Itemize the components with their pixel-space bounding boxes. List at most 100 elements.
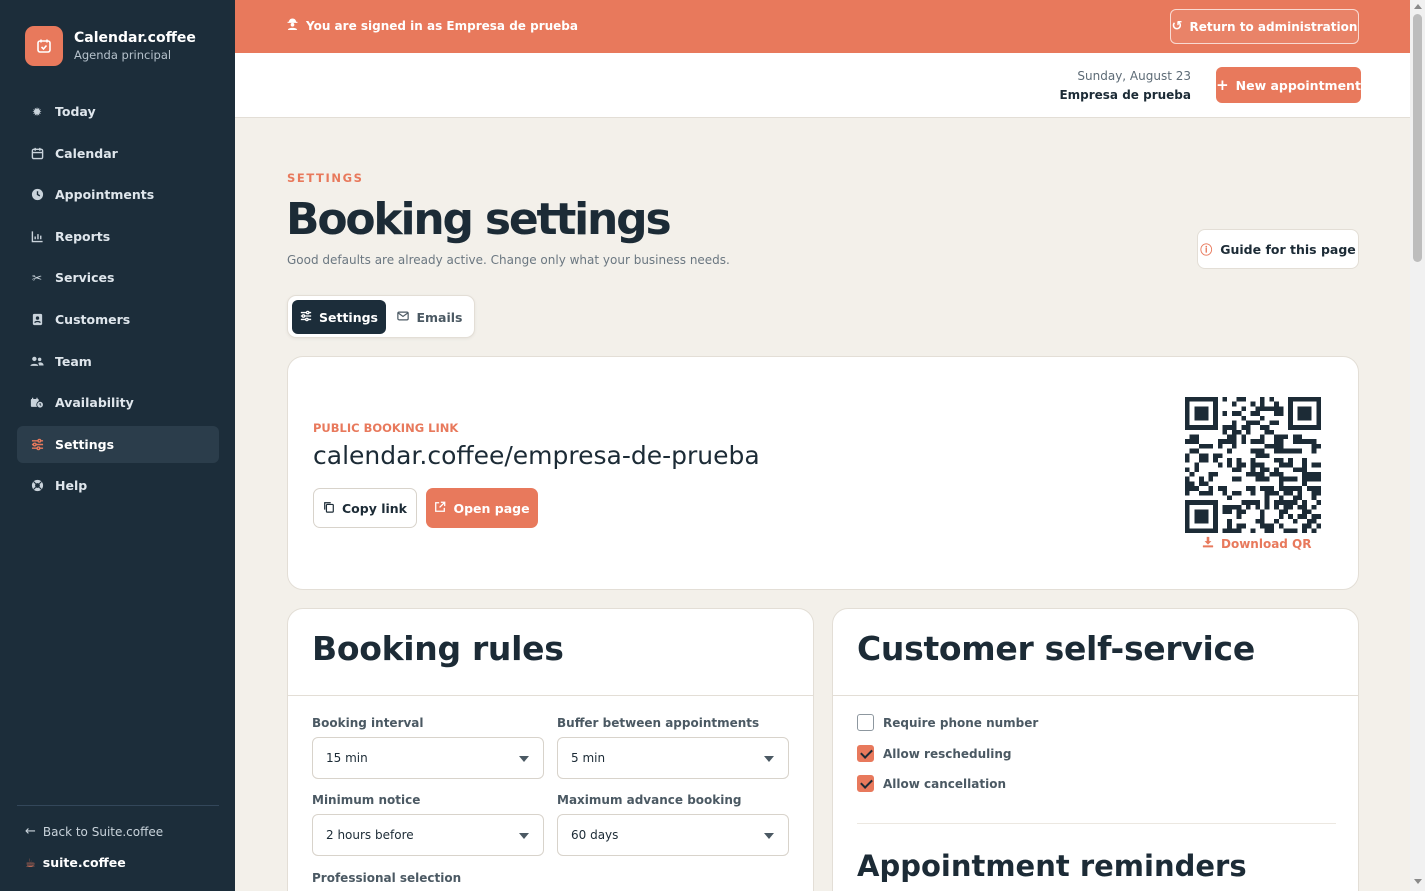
help-circle-icon: ⓘ — [1200, 242, 1213, 257]
undo-icon: ↺ — [1171, 19, 1183, 34]
allow-cancellation-label: Allow cancellation — [883, 776, 1006, 791]
caret-down-icon — [519, 833, 529, 839]
booking-interval-select[interactable]: 15 min — [312, 737, 544, 779]
self-service-card: Customer self-service Require phone numb… — [832, 608, 1359, 891]
sidebar-item-team[interactable]: Team — [17, 343, 219, 380]
suite-logo[interactable]: ☕ suite.coffee — [25, 855, 126, 870]
sidebar-item-appointments[interactable]: Appointments — [17, 176, 219, 213]
calendar-check-icon — [37, 39, 51, 53]
scroll-down-arrow[interactable] — [1414, 879, 1422, 884]
caret-down-icon — [764, 756, 774, 762]
envelope-icon — [397, 310, 410, 325]
impersonation-banner: You are signed in as Empresa de prueba ↺… — [235, 0, 1410, 53]
sidebar-item-label: Settings — [55, 436, 115, 452]
sidebar-item-settings[interactable]: Settings — [17, 425, 219, 463]
scroll-up-arrow[interactable] — [1414, 4, 1422, 9]
buffer-label: Buffer between appointments — [557, 716, 760, 730]
sidebar-item-label: Help — [55, 478, 88, 494]
sidebar-item-calendar[interactable]: Calendar — [17, 135, 219, 172]
reminders-title: Appointment reminders — [857, 849, 1247, 883]
sun-icon: ✹ — [31, 104, 43, 119]
allow-cancellation-option[interactable]: Allow cancellation — [857, 775, 1006, 792]
sidebar-item-today[interactable]: ✹ Today — [17, 93, 219, 130]
allow-cancellation-checkbox[interactable] — [857, 775, 874, 792]
card-divider — [288, 695, 813, 696]
booking-rules-title: Booking rules — [312, 629, 564, 668]
max-advance-value: 60 days — [571, 828, 619, 842]
plus-icon: + — [1216, 76, 1229, 94]
download-qr-link[interactable]: Download QR — [1202, 536, 1312, 551]
scroll-thumb[interactable] — [1413, 14, 1422, 262]
sidebar-item-label: Customers — [55, 311, 131, 327]
qr-modules — [1185, 397, 1321, 533]
minimum-notice-select[interactable]: 2 hours before — [312, 814, 544, 856]
buffer-value: 5 min — [571, 751, 606, 765]
section-divider — [857, 823, 1336, 824]
brand-title: Calendar.coffee — [74, 30, 196, 46]
suite-logo-label: suite.coffee — [42, 855, 126, 870]
public-link-label: PUBLIC BOOKING LINK — [313, 421, 459, 435]
sliders-icon — [300, 310, 312, 325]
availability-icon — [30, 396, 44, 410]
sidebar-item-label: Calendar — [55, 145, 118, 161]
buffer-select[interactable]: 5 min — [557, 737, 789, 779]
sidebar-item-label: Appointments — [55, 187, 155, 203]
sidebar-item-label: Availability — [55, 395, 134, 411]
sidebar-item-help[interactable]: Help — [17, 467, 219, 504]
copy-link-button[interactable]: Copy link — [313, 488, 417, 528]
guide-button[interactable]: ⓘ Guide for this page — [1197, 229, 1359, 269]
sidebar-item-label: Team — [55, 353, 92, 369]
allow-rescheduling-checkbox[interactable] — [857, 745, 874, 762]
copy-icon — [323, 501, 335, 516]
copy-link-label: Copy link — [342, 500, 407, 516]
professional-selection-label: Professional selection — [312, 871, 462, 885]
tab-emails[interactable]: Emails — [388, 300, 472, 334]
sidebar-item-label: Services — [55, 270, 115, 286]
max-advance-label: Maximum advance booking — [557, 793, 742, 807]
allow-rescheduling-option[interactable]: Allow rescheduling — [857, 745, 1012, 762]
back-link-label: Back to Suite.coffee — [42, 824, 164, 839]
external-link-icon — [434, 501, 446, 516]
calendar-icon — [30, 146, 44, 160]
return-button-label: Return to administration — [1189, 19, 1358, 34]
tab-emails-label: Emails — [416, 309, 463, 325]
sidebar-item-services[interactable]: ✂ Services — [17, 259, 219, 296]
tab-settings[interactable]: Settings — [292, 300, 386, 334]
open-page-button[interactable]: Open page — [426, 488, 538, 528]
qr-code — [1185, 397, 1321, 533]
sidebar-item-label: Today — [55, 104, 96, 119]
new-appointment-button[interactable]: + New appointment — [1216, 67, 1361, 103]
new-appointment-label: New appointment — [1235, 77, 1361, 93]
banner-text: You are signed in as Empresa de prueba — [306, 18, 578, 33]
sidebar-divider — [17, 805, 219, 806]
company-name: Empresa de prueba — [1059, 88, 1191, 102]
sidebar-nav: ✹ Today Calendar Appointments Reports ✂ … — [17, 93, 219, 509]
require-phone-label: Require phone number — [883, 715, 1039, 730]
back-to-suite-link[interactable]: ← Back to Suite.coffee — [25, 824, 163, 839]
page-title: Booking settings — [286, 194, 672, 245]
sidebar-item-reports[interactable]: Reports — [17, 218, 219, 255]
top-bar: Sunday, August 23 Empresa de prueba + Ne… — [235, 53, 1410, 118]
minimum-notice-value: 2 hours before — [326, 828, 414, 842]
public-link-url: calendar.coffee/empresa-de-prueba — [313, 441, 760, 470]
scissors-icon: ✂ — [31, 270, 43, 285]
arrow-left-icon: ← — [25, 824, 36, 839]
allow-rescheduling-label: Allow rescheduling — [883, 746, 1012, 761]
tab-settings-label: Settings — [318, 309, 378, 325]
contact-icon — [30, 312, 44, 326]
max-advance-select[interactable]: 60 days — [557, 814, 789, 856]
page-subtitle: Good defaults are already active. Change… — [287, 253, 730, 267]
sidebar-item-label: Reports — [55, 228, 111, 244]
return-to-administration-button[interactable]: ↺ Return to administration — [1170, 9, 1359, 44]
require-phone-checkbox[interactable] — [857, 714, 874, 731]
brand[interactable]: Calendar.coffee Agenda principal — [25, 26, 196, 66]
sidebar-item-customers[interactable]: Customers — [17, 301, 219, 338]
caret-down-icon — [519, 756, 529, 762]
require-phone-option[interactable]: Require phone number — [857, 714, 1038, 731]
page-scrollbar[interactable] — [1410, 0, 1425, 891]
coffee-cup-icon: ☕ — [25, 855, 36, 870]
sidebar-item-availability[interactable]: Availability — [17, 384, 219, 421]
guide-button-label: Guide for this page — [1220, 241, 1356, 257]
card-divider — [833, 695, 1358, 696]
lifebuoy-icon — [30, 479, 44, 493]
